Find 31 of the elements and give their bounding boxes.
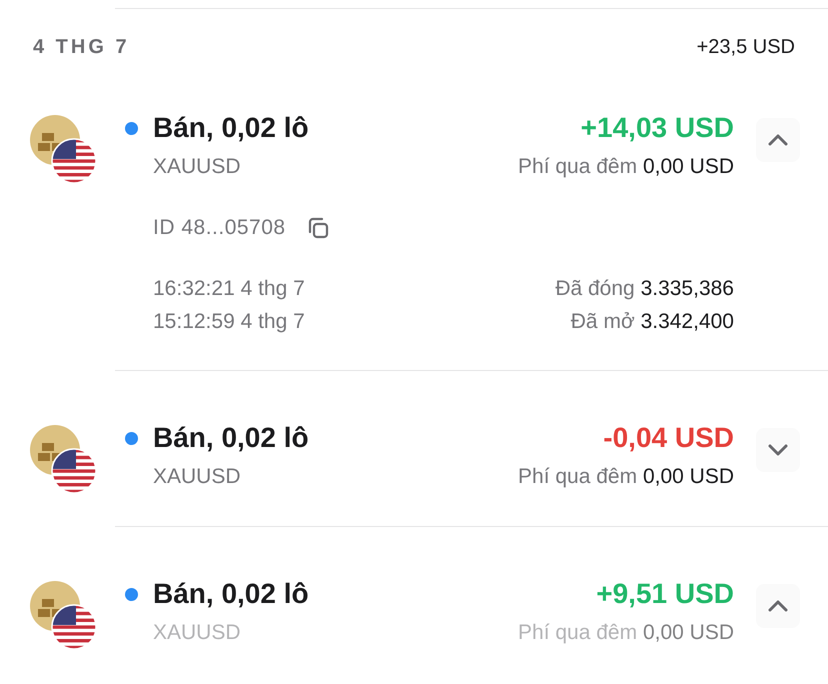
- close-time: 16:32:21 4 thg 7: [153, 276, 305, 302]
- overnight-fee: Phí qua đêm 0,00 USD: [518, 464, 734, 490]
- trade-title: Bán, 0,02 lô: [153, 111, 309, 145]
- symbol-label: XAUUSD: [153, 620, 241, 646]
- collapse-chevron-button[interactable]: [756, 584, 800, 628]
- profit-amount: +14,03 USD: [580, 111, 734, 145]
- chevron-down-icon: [768, 444, 788, 456]
- day-total: +23,5 USD: [696, 36, 795, 58]
- coin-flag-pair-icon: [30, 425, 96, 493]
- overnight-fee: Phí qua đêm 0,00 USD: [518, 620, 734, 646]
- collapse-chevron-button[interactable]: [756, 118, 800, 162]
- overnight-fee: Phí qua đêm 0,00 USD: [518, 154, 734, 180]
- trade-title: Bán, 0,02 lô: [153, 421, 309, 455]
- expand-chevron-button[interactable]: [756, 428, 800, 472]
- symbol-label: XAUUSD: [153, 464, 241, 490]
- status-dot: [125, 588, 138, 600]
- status-dot: [125, 122, 138, 134]
- date-heading: 4 THG 7: [33, 36, 130, 58]
- symbol-label: XAUUSD: [153, 154, 241, 180]
- open-time: 15:12:59 4 thg 7: [153, 309, 305, 335]
- coin-flag-pair-icon: [30, 581, 96, 649]
- open-price: Đã mở 3.342,400: [570, 309, 734, 335]
- chevron-up-icon: [768, 134, 788, 146]
- close-price: Đã đóng 3.335,386: [555, 276, 734, 302]
- trade-title: Bán, 0,02 lô: [153, 577, 309, 611]
- order-id: ID 48...05708: [153, 216, 286, 240]
- profit-amount: +9,51 USD: [596, 577, 734, 611]
- chevron-up-icon: [768, 600, 788, 612]
- coin-flag-pair-icon: [30, 115, 96, 183]
- status-dot: [125, 432, 138, 444]
- profit-amount: -0,04 USD: [603, 421, 734, 455]
